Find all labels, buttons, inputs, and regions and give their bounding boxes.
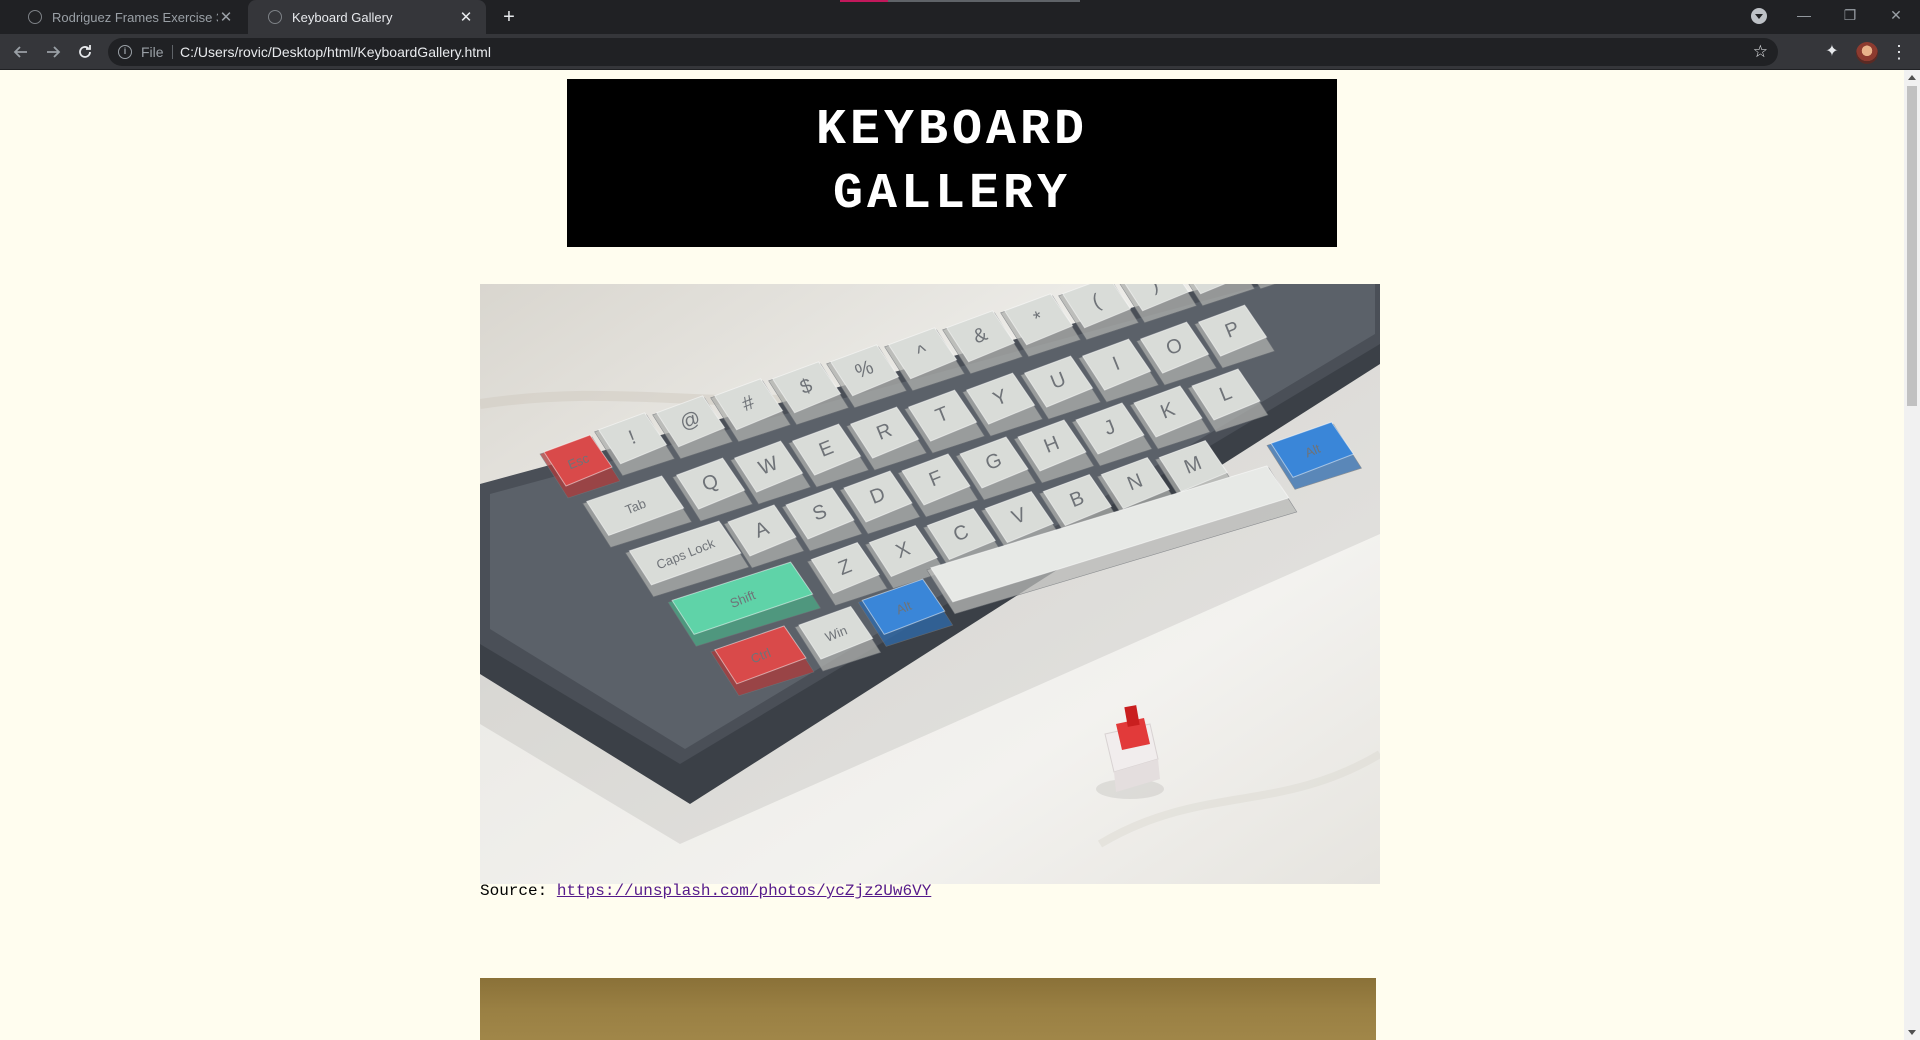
scrollbar-thumb[interactable] xyxy=(1907,86,1917,406)
keyboard-photo: Esc!@#$%^&*()_+TabQWERTYUIOPCaps LockASD… xyxy=(480,284,1380,884)
info-icon[interactable]: i xyxy=(118,45,132,59)
address-bar[interactable]: i File C:/Users/rovic/Desktop/html/Keybo… xyxy=(108,38,1778,66)
bookmark-star-icon[interactable]: ☆ xyxy=(1753,42,1768,62)
scroll-down-icon[interactable] xyxy=(1908,1030,1916,1035)
image-caption: Source: https://unsplash.com/photos/ycZj… xyxy=(480,882,931,900)
tab-rodriguez-frames[interactable]: Rodriguez Frames Exercise 3 ✕ xyxy=(8,0,246,34)
media-indicator xyxy=(840,0,1080,2)
close-icon[interactable]: ✕ xyxy=(458,9,474,26)
restore-icon[interactable]: ❐ xyxy=(1827,0,1873,30)
keyboard-photo-2 xyxy=(480,978,1376,1040)
globe-icon xyxy=(268,10,282,24)
menu-kebab-icon[interactable]: ⋮ xyxy=(1890,41,1908,63)
address-scheme: File xyxy=(141,44,164,60)
scroll-up-icon[interactable] xyxy=(1908,75,1916,80)
new-tab-button[interactable]: + xyxy=(498,6,520,28)
close-icon[interactable]: ✕ xyxy=(218,9,234,26)
window-close-icon[interactable]: ✕ xyxy=(1873,0,1919,30)
tab-keyboard-gallery[interactable]: Keyboard Gallery ✕ xyxy=(248,0,486,34)
minimize-icon[interactable]: — xyxy=(1781,0,1827,30)
browser-toolbar: i File C:/Users/rovic/Desktop/html/Keybo… xyxy=(0,34,1920,70)
caption-label: Source: xyxy=(480,882,548,900)
extensions-puzzle-icon[interactable]: ✦ xyxy=(1823,43,1841,61)
divider xyxy=(172,45,173,59)
tab-title: Rodriguez Frames Exercise 3 xyxy=(52,9,218,25)
reload-icon[interactable] xyxy=(74,41,96,63)
tab-search-icon[interactable] xyxy=(1751,8,1767,24)
tab-strip: Rodriguez Frames Exercise 3 ✕ Keyboard G… xyxy=(0,0,1920,34)
back-icon[interactable] xyxy=(10,41,32,63)
page-viewport: KEYBOARD GALLERY Esc ! @ # $ % ^ & * ()… xyxy=(0,70,1904,1040)
address-url[interactable]: C:/Users/rovic/Desktop/html/KeyboardGall… xyxy=(180,44,491,60)
forward-icon[interactable] xyxy=(42,41,64,63)
globe-icon xyxy=(28,10,42,24)
page-title: KEYBOARD GALLERY xyxy=(815,102,1089,223)
profile-avatar[interactable] xyxy=(1856,42,1878,64)
title-banner: KEYBOARD GALLERY xyxy=(567,79,1337,247)
source-link[interactable]: https://unsplash.com/photos/ycZjz2Uw6VY xyxy=(557,882,931,900)
tab-title: Keyboard Gallery xyxy=(292,9,393,25)
page-scrollbar[interactable] xyxy=(1904,70,1920,1040)
